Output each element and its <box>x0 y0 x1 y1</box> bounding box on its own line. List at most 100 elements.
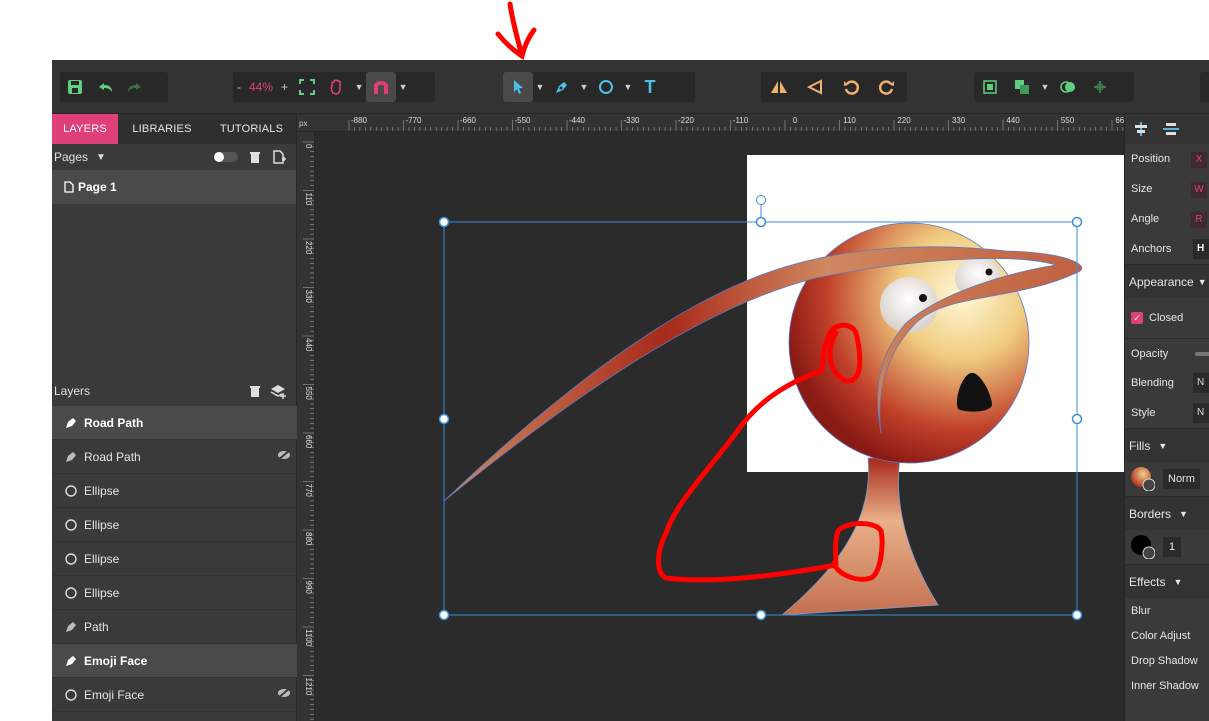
opacity-slider[interactable] <box>1195 352 1209 356</box>
align-center-icon[interactable] <box>1133 122 1149 136</box>
layer-item[interactable]: Path <box>52 610 297 644</box>
save-button[interactable] <box>60 72 90 102</box>
pupil-right[interactable] <box>985 268 993 276</box>
resize-handle-top-right[interactable] <box>1071 216 1083 228</box>
ruler-tick-label: 0 <box>793 116 798 125</box>
flip-horizontal-button[interactable] <box>761 72 797 102</box>
hand-tool-button[interactable] <box>322 72 352 102</box>
fill-swatch[interactable] <box>1131 467 1155 491</box>
fill-row: Norm <box>1125 462 1209 496</box>
extra-group[interactable] <box>1200 72 1209 102</box>
zoom-out-button[interactable]: - <box>233 80 245 94</box>
appearance-section[interactable]: Appearance ▼ <box>1125 264 1209 298</box>
blending-select[interactable]: N <box>1193 373 1209 393</box>
horizontal-ruler[interactable]: px -880 -770 -660 -550 -440 -330 -220 -110 0 110 22… <box>297 114 1124 132</box>
closed-checkbox[interactable]: ✓ <box>1131 312 1143 324</box>
canvas-drawing[interactable] <box>316 133 1124 721</box>
resize-handle-bottom-left[interactable] <box>438 609 450 621</box>
effect-item[interactable]: Blur <box>1125 598 1209 623</box>
ellipse-tool-button[interactable] <box>591 72 621 102</box>
effects-section[interactable]: Effects ▼ <box>1125 564 1209 598</box>
effects-collapse-icon[interactable]: ▼ <box>1173 577 1182 587</box>
hidden-eye-icon[interactable] <box>277 687 291 699</box>
text-tool-button[interactable]: T <box>635 72 665 102</box>
add-layer-icon[interactable] <box>270 383 288 399</box>
vertical-ruler[interactable]: 0 110 220 330 440 550 660 770 880 990 1100 1210 <box>297 132 315 721</box>
rotate-handle[interactable] <box>756 195 766 205</box>
style-row: Style N <box>1125 398 1209 428</box>
view-group: - 44% + ▼ ▼ <box>233 72 435 102</box>
rotate-right-button[interactable] <box>869 72 905 102</box>
layer-item[interactable]: Emoji Face <box>52 678 297 712</box>
effect-item[interactable]: Inner Shadow <box>1125 673 1209 698</box>
tab-libraries[interactable]: LIBRARIES <box>118 114 206 144</box>
boolean-op-button[interactable] <box>1052 72 1084 102</box>
path-ops-button[interactable] <box>1084 72 1116 102</box>
fit-screen-button[interactable] <box>292 72 322 102</box>
effect-item[interactable]: Color Adjust <box>1125 623 1209 648</box>
size-w-field[interactable]: W <box>1191 182 1207 198</box>
appearance-collapse-icon[interactable]: ▼ <box>1198 277 1207 287</box>
anchors-field[interactable]: H <box>1193 239 1209 259</box>
canvas[interactable] <box>316 133 1124 721</box>
distribute-icon[interactable] <box>1163 122 1179 136</box>
effect-item[interactable]: Drop Shadow <box>1125 648 1209 673</box>
style-select[interactable]: N <box>1193 403 1209 423</box>
pupil-left[interactable] <box>919 294 927 302</box>
resize-handle-right[interactable] <box>1071 413 1083 425</box>
opacity-row: Opacity <box>1125 338 1209 368</box>
snap-magnet-button[interactable] <box>366 72 397 102</box>
delete-page-icon[interactable] <box>249 150 261 164</box>
arrange-button[interactable] <box>1006 72 1038 102</box>
rotate-left-button[interactable] <box>833 72 869 102</box>
resize-handle-top-left[interactable] <box>438 216 450 228</box>
opacity-label: Opacity <box>1131 347 1169 360</box>
fill-mode-select[interactable]: Norm <box>1163 469 1200 489</box>
pen-tool-button[interactable] <box>547 72 577 102</box>
redo-button[interactable] <box>120 72 150 102</box>
page-item[interactable]: Page 1 <box>52 170 296 204</box>
layer-item[interactable]: Ellipse <box>52 474 297 508</box>
tab-tutorials[interactable]: TUTORIALS <box>206 114 297 144</box>
snap-dropdown[interactable]: ▼ <box>396 82 410 92</box>
resize-handle-bottom[interactable] <box>755 609 767 621</box>
border-row: 1 <box>1125 530 1209 564</box>
group-button[interactable] <box>974 72 1006 102</box>
zoom-in-button[interactable]: + <box>277 80 292 94</box>
resize-handle-left[interactable] <box>438 413 450 425</box>
tab-layers[interactable]: LAYERS <box>52 114 118 144</box>
delete-layer-icon[interactable] <box>249 384 261 398</box>
layer-item[interactable]: Ellipse <box>52 542 297 576</box>
border-swatch[interactable] <box>1131 535 1155 559</box>
transform-group <box>761 72 907 102</box>
angle-r-field[interactable]: R <box>1191 212 1207 228</box>
angle-row: Angle R <box>1125 204 1209 234</box>
layer-item[interactable]: Road Path <box>52 406 297 440</box>
emoji-neck-shape[interactable] <box>780 457 939 616</box>
arrange-dropdown[interactable]: ▼ <box>1038 82 1052 92</box>
resize-handle-top[interactable] <box>755 216 767 228</box>
layer-item[interactable]: Ellipse <box>52 576 297 610</box>
pen-tool-dropdown[interactable]: ▼ <box>577 82 591 92</box>
undo-button[interactable] <box>90 72 120 102</box>
layer-item[interactable]: Ellipse <box>52 508 297 542</box>
layer-item[interactable]: Emoji Face <box>52 644 297 678</box>
resize-handle-bottom-right[interactable] <box>1071 609 1083 621</box>
shape-tool-dropdown[interactable]: ▼ <box>621 82 635 92</box>
select-tool-button[interactable] <box>503 72 533 102</box>
borders-collapse-icon[interactable]: ▼ <box>1179 509 1188 519</box>
zoom-value[interactable]: 44% <box>245 80 277 94</box>
add-page-icon[interactable] <box>272 150 286 164</box>
flip-vertical-button[interactable] <box>797 72 833 102</box>
layer-item[interactable]: Road Path <box>52 440 297 474</box>
fills-collapse-icon[interactable]: ▼ <box>1158 441 1167 451</box>
hidden-eye-icon[interactable] <box>277 449 291 461</box>
hand-tool-dropdown[interactable]: ▼ <box>352 82 366 92</box>
pages-toggle[interactable] <box>214 152 238 162</box>
position-x-field[interactable]: X <box>1191 152 1207 168</box>
select-tool-dropdown[interactable]: ▼ <box>533 82 547 92</box>
borders-section[interactable]: Borders ▼ <box>1125 496 1209 530</box>
pages-collapse-icon[interactable]: ▼ <box>96 152 106 163</box>
fills-section[interactable]: Fills ▼ <box>1125 428 1209 462</box>
border-width-field[interactable]: 1 <box>1163 537 1182 557</box>
